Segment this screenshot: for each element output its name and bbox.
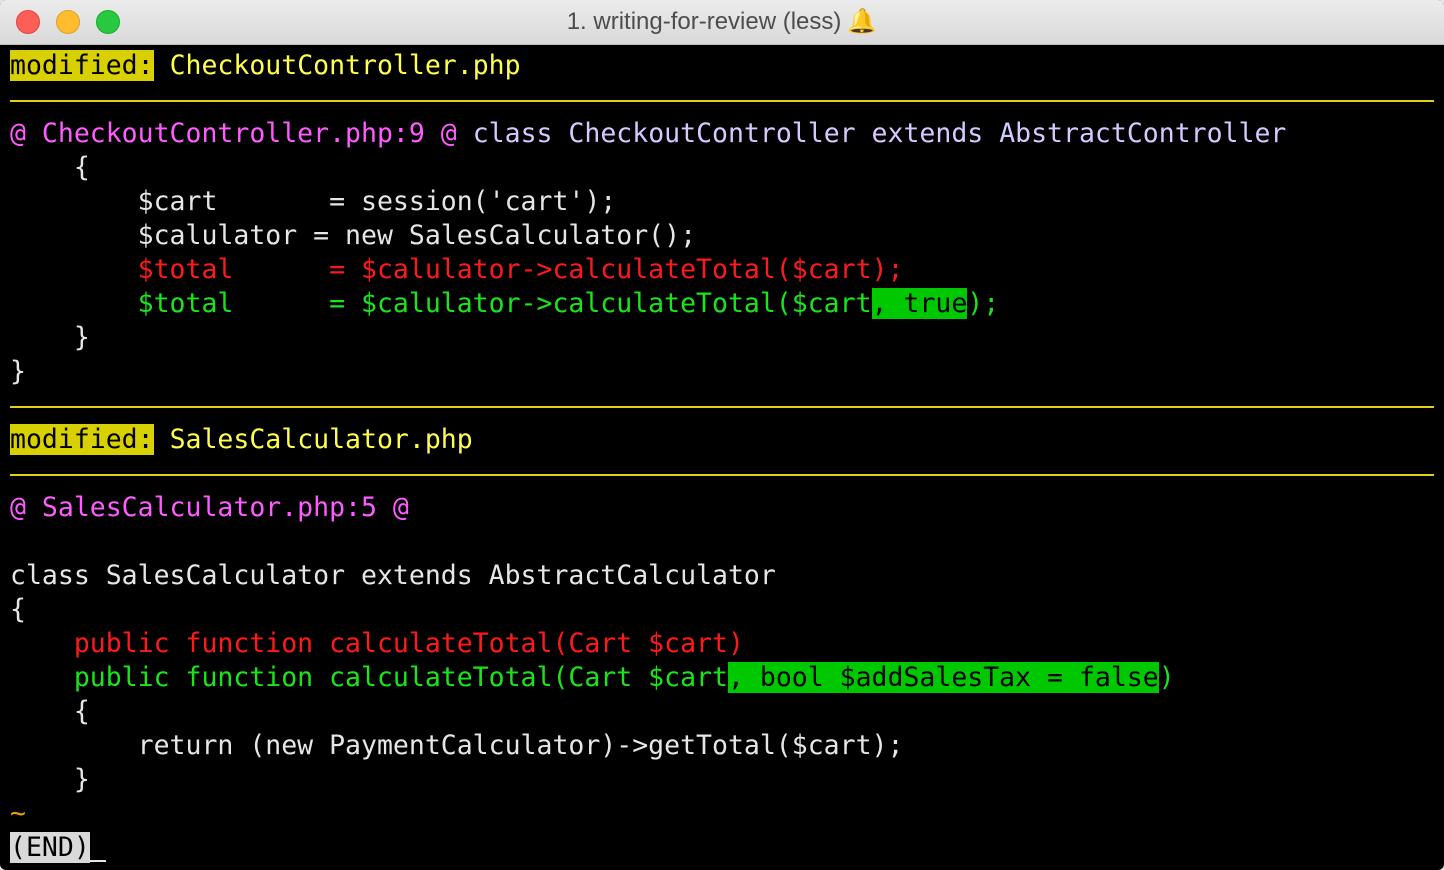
code-line: $calulator = new SalesCalculator(); bbox=[10, 220, 697, 251]
file-name: SalesCalculator.php bbox=[169, 424, 473, 455]
code-line: } bbox=[10, 356, 26, 387]
added-line: $total = $calulator->calculateTotal($car… bbox=[10, 287, 999, 321]
hunk-header: @ CheckoutController.php:9 @ class Check… bbox=[10, 117, 1286, 151]
added-text-tail: ) bbox=[1158, 662, 1175, 693]
hunk-header: @ SalesCalculator.php:5 @ bbox=[10, 492, 409, 523]
separator-line bbox=[10, 100, 1434, 102]
separator-line bbox=[10, 406, 1434, 408]
code-line: } bbox=[10, 322, 90, 353]
window-title: 1. writing-for-review (less) 🔔 bbox=[0, 0, 1444, 44]
added-highlight: , true bbox=[871, 288, 968, 319]
terminal-window: 1. writing-for-review (less) 🔔 modified: … bbox=[0, 0, 1444, 870]
code-line: { bbox=[10, 152, 90, 183]
code-line: { bbox=[10, 696, 90, 727]
tilde-marker: ~ bbox=[10, 798, 26, 829]
removed-line: public function calculateTotal(Cart $car… bbox=[10, 628, 744, 659]
code-line: } bbox=[10, 764, 90, 795]
code-line: { bbox=[10, 594, 26, 625]
bell-icon: 🔔 bbox=[847, 8, 878, 35]
pager-prompt[interactable]: (END) bbox=[10, 831, 106, 865]
end-marker: (END) bbox=[10, 832, 90, 863]
title-bar: 1. writing-for-review (less) 🔔 bbox=[0, 0, 1444, 45]
added-text: public function calculateTotal(Cart $car… bbox=[10, 662, 728, 693]
added-text-tail: ); bbox=[967, 288, 1000, 319]
code-line: class SalesCalculator extends AbstractCa… bbox=[10, 560, 776, 591]
modified-label: modified: bbox=[10, 50, 154, 81]
file-name: CheckoutController.php bbox=[169, 50, 521, 81]
modified-label: modified: bbox=[10, 424, 154, 455]
text-cursor bbox=[89, 860, 106, 862]
hunk-context: class CheckoutController extends Abstrac… bbox=[472, 118, 1287, 149]
separator-line bbox=[10, 474, 1434, 476]
removed-line: $total = $calulator->calculateTotal($car… bbox=[10, 254, 904, 285]
added-line: public function calculateTotal(Cart $car… bbox=[10, 661, 1175, 695]
code-line: return (new PaymentCalculator)->getTotal… bbox=[10, 730, 904, 761]
added-highlight: , bool $addSalesTax = false bbox=[727, 662, 1159, 693]
window-title-text: 1. writing-for-review (less) bbox=[566, 8, 842, 35]
terminal-content[interactable]: modified: CheckoutController.php @ Check… bbox=[10, 45, 1434, 870]
hunk-location: @ CheckoutController.php:9 @ bbox=[10, 118, 457, 149]
code-line: $cart = session('cart'); bbox=[10, 186, 617, 217]
file-header-salescalculator: modified: SalesCalculator.php bbox=[10, 423, 473, 457]
added-text: $total = $calulator->calculateTotal($car… bbox=[10, 288, 872, 319]
file-header-checkout: modified: CheckoutController.php bbox=[10, 49, 521, 83]
